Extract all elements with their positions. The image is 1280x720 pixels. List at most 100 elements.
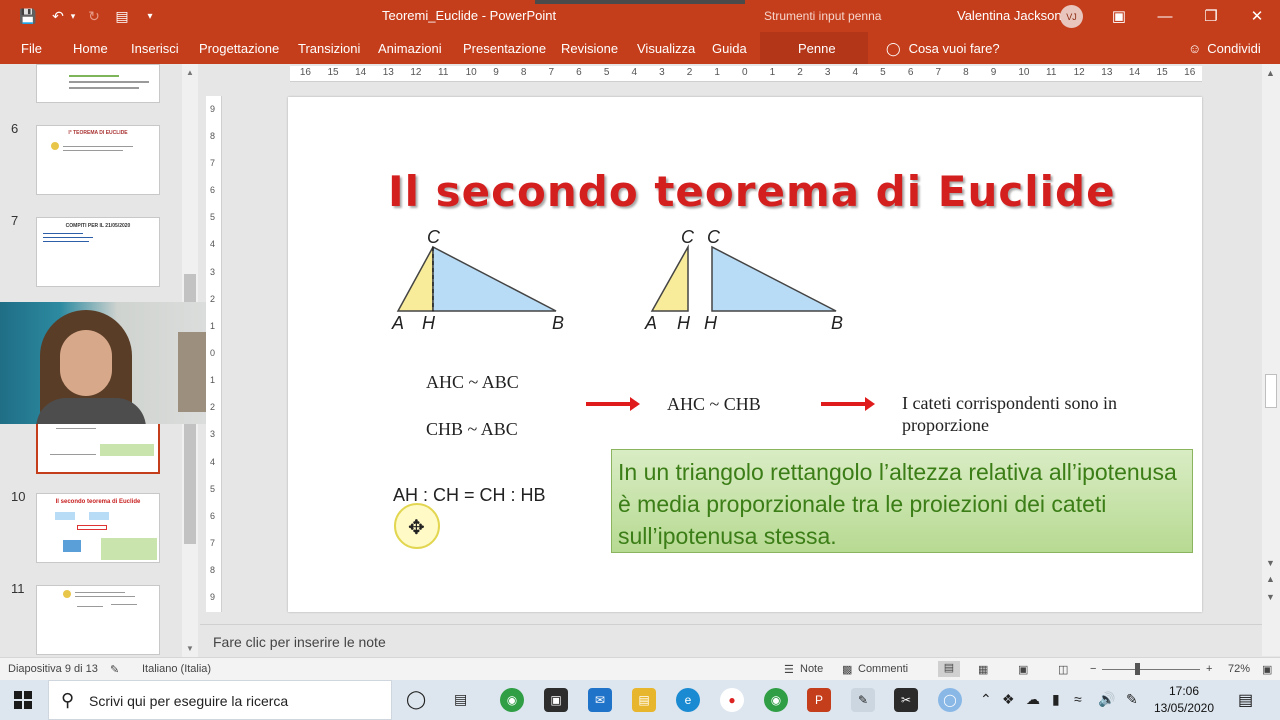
recording-indicator-icon[interactable]: ◯ <box>938 688 962 712</box>
undo-dropdown-icon[interactable]: ▾ <box>66 0 80 32</box>
present-icon[interactable]: ▤ <box>108 0 136 32</box>
minimize-icon[interactable]: — <box>1142 0 1188 32</box>
horizontal-ruler: 16 15 14 13 12 11 10 9 8 7 6 5 4 3 2 1 0 1 2 3 4 5 6 7 8 9 10 11 12 1… <box>290 66 1202 82</box>
zoom-in-icon[interactable]: + <box>1206 663 1212 675</box>
slide-thumbnail-11[interactable] <box>36 585 160 655</box>
zoom-level[interactable]: 72% <box>1228 663 1250 675</box>
store-icon[interactable]: ▣ <box>544 688 568 712</box>
vertex-label-c: C <box>427 227 440 247</box>
scissors-icon[interactable]: ✂ <box>894 688 918 712</box>
previous-slide-icon[interactable]: ▲ <box>1266 574 1275 584</box>
chrome-icon[interactable]: ◉ <box>764 688 788 712</box>
triangle-figure-2[interactable] <box>648 243 848 313</box>
zoom-slider[interactable] <box>1102 669 1200 670</box>
next-slide-icon[interactable]: ▼ <box>1266 592 1275 602</box>
tab-transitions[interactable]: Transizioni <box>298 41 360 56</box>
onedrive-icon[interactable]: ☁ <box>1026 691 1040 708</box>
file-explorer-icon[interactable]: ▤ <box>632 688 656 712</box>
tab-insert[interactable]: Inserisci <box>131 41 179 56</box>
avatar[interactable]: VJ <box>1060 5 1083 28</box>
ribbon-display-icon[interactable]: ▣ <box>1096 0 1142 32</box>
record-icon[interactable]: ● <box>720 688 744 712</box>
tab-home[interactable]: Home <box>73 41 108 56</box>
save-icon[interactable]: 💾 <box>14 0 42 32</box>
similarity-ahc-chb[interactable]: AHC ~ CHB <box>667 394 761 415</box>
scroll-up-icon[interactable]: ▲ <box>186 68 194 77</box>
ruler-tick-label: 12 <box>410 67 422 78</box>
task-view-icon[interactable]: ▤ <box>454 691 467 708</box>
tab-view[interactable]: Visualizza <box>637 41 695 56</box>
tell-me-search[interactable]: ◯ Cosa vuoi fare? <box>886 41 1000 57</box>
tab-file[interactable]: File <box>21 41 42 56</box>
tab-design[interactable]: Progettazione <box>199 41 279 56</box>
cortana-icon[interactable]: ◯ <box>406 689 426 710</box>
taskbar-search-box[interactable]: ⚲ Scrivi qui per eseguire la ricerca <box>48 680 392 720</box>
mail-icon[interactable]: ✉ <box>588 688 612 712</box>
reading-view-icon[interactable]: ▣ <box>1018 663 1028 676</box>
battery-icon[interactable]: ▮ <box>1052 691 1060 708</box>
triangle-chb-split <box>711 245 837 312</box>
slide-thumbnail-5[interactable] <box>36 64 160 103</box>
ruler-tick-label: 9 <box>990 67 997 78</box>
wifi-icon[interactable]: ≈ <box>1074 691 1082 707</box>
slide-title[interactable]: Il secondo teorema di Euclide <box>388 167 1116 216</box>
fit-to-window-icon[interactable]: ▣ <box>1262 663 1272 676</box>
windows-start-icon[interactable] <box>14 691 32 709</box>
close-icon[interactable]: ✕ <box>1234 0 1280 32</box>
thumb-decoration <box>55 512 75 520</box>
user-name[interactable]: Valentina Jackson <box>957 8 1062 23</box>
edge-icon[interactable]: e <box>676 688 700 712</box>
system-clock[interactable]: 17:06 13/05/2020 <box>1152 683 1216 717</box>
window-drag-handle[interactable] <box>535 0 745 4</box>
tab-pens[interactable]: Penne <box>798 41 836 56</box>
tab-slideshow[interactable]: Presentazione <box>463 41 546 56</box>
restore-icon[interactable]: ❐ <box>1188 0 1234 32</box>
spellcheck-icon[interactable]: ✎ <box>110 663 119 676</box>
slide-canvas[interactable]: Il secondo teorema di Euclide C A H B C … <box>288 97 1202 612</box>
vertex-label-b: B <box>831 313 844 333</box>
scroll-up-icon[interactable]: ▲ <box>1266 68 1275 78</box>
person-icon: ☺ <box>1188 41 1202 56</box>
tab-help[interactable]: Guida <box>712 41 747 56</box>
slide-thumbnail-7[interactable]: COMPITI PER IL 21/05/2020 <box>36 217 160 287</box>
scroll-down-icon[interactable]: ▼ <box>186 644 194 653</box>
redo-icon[interactable]: ↻ <box>80 0 108 32</box>
volume-icon[interactable]: 🔊 <box>1098 691 1115 708</box>
slide-sorter-icon[interactable]: ▦ <box>978 663 988 676</box>
notes-toggle[interactable]: Note <box>800 663 823 675</box>
notes-pane[interactable]: Fare clic per inserire le note <box>200 624 1262 656</box>
language-indicator[interactable]: Italiano (Italia) <box>142 663 211 675</box>
zoom-slider-handle[interactable] <box>1135 663 1140 675</box>
customize-toolbar-icon[interactable]: ▾ <box>140 0 160 32</box>
zoom-out-icon[interactable]: − <box>1090 663 1096 675</box>
notification-icon[interactable]: ▤ <box>1238 690 1253 710</box>
powerpoint-icon[interactable]: P <box>807 688 831 712</box>
comments-toggle[interactable]: Commenti <box>858 663 908 675</box>
theorem-statement-box[interactable]: In un triangolo rettangolo l’altezza rel… <box>611 449 1193 553</box>
chevron-up-icon[interactable]: ⌃ <box>980 691 992 708</box>
thumb-decoration <box>69 87 139 89</box>
chrome-icon[interactable]: ◉ <box>500 688 524 712</box>
triangle-figure-1[interactable] <box>396 243 566 313</box>
snip-icon[interactable]: ✎ <box>851 688 875 712</box>
ruler-tick-label: 3 <box>210 266 216 277</box>
tab-animations[interactable]: Animazioni <box>378 41 442 56</box>
pen-icon[interactable]: ✎ <box>1126 691 1138 708</box>
thumb-decoration <box>63 540 81 552</box>
editor-scrollbar[interactable]: ▲ ▼ ▲ ▼ <box>1262 64 1280 656</box>
normal-view-icon[interactable]: ▤ <box>938 661 960 677</box>
vertex-label-h: H <box>704 313 717 333</box>
tab-review[interactable]: Revisione <box>561 41 618 56</box>
conclusion-text[interactable]: I cateti corrispondenti sono in proporzi… <box>902 392 1142 436</box>
slide-thumbnail-10[interactable]: Il secondo teorema di Euclide <box>36 493 160 563</box>
slideshow-icon[interactable]: ◫ <box>1058 663 1068 676</box>
similarity-chb-abc[interactable]: CHB ~ ABC <box>426 419 518 440</box>
similarity-ahc-abc[interactable]: AHC ~ ABC <box>426 372 519 393</box>
dropbox-icon[interactable]: ❖ <box>1002 691 1015 708</box>
editor-scroll-thumb[interactable] <box>1265 374 1277 408</box>
share-button[interactable]: ☺ Condividi <box>1188 41 1261 56</box>
notes-placeholder[interactable]: Fare clic per inserire le note <box>213 634 386 650</box>
slide-thumbnail-6[interactable]: I° TEOREMA DI EUCLIDE <box>36 125 160 195</box>
scroll-down-icon[interactable]: ▼ <box>1266 558 1275 568</box>
thumb-decoration <box>63 590 71 598</box>
